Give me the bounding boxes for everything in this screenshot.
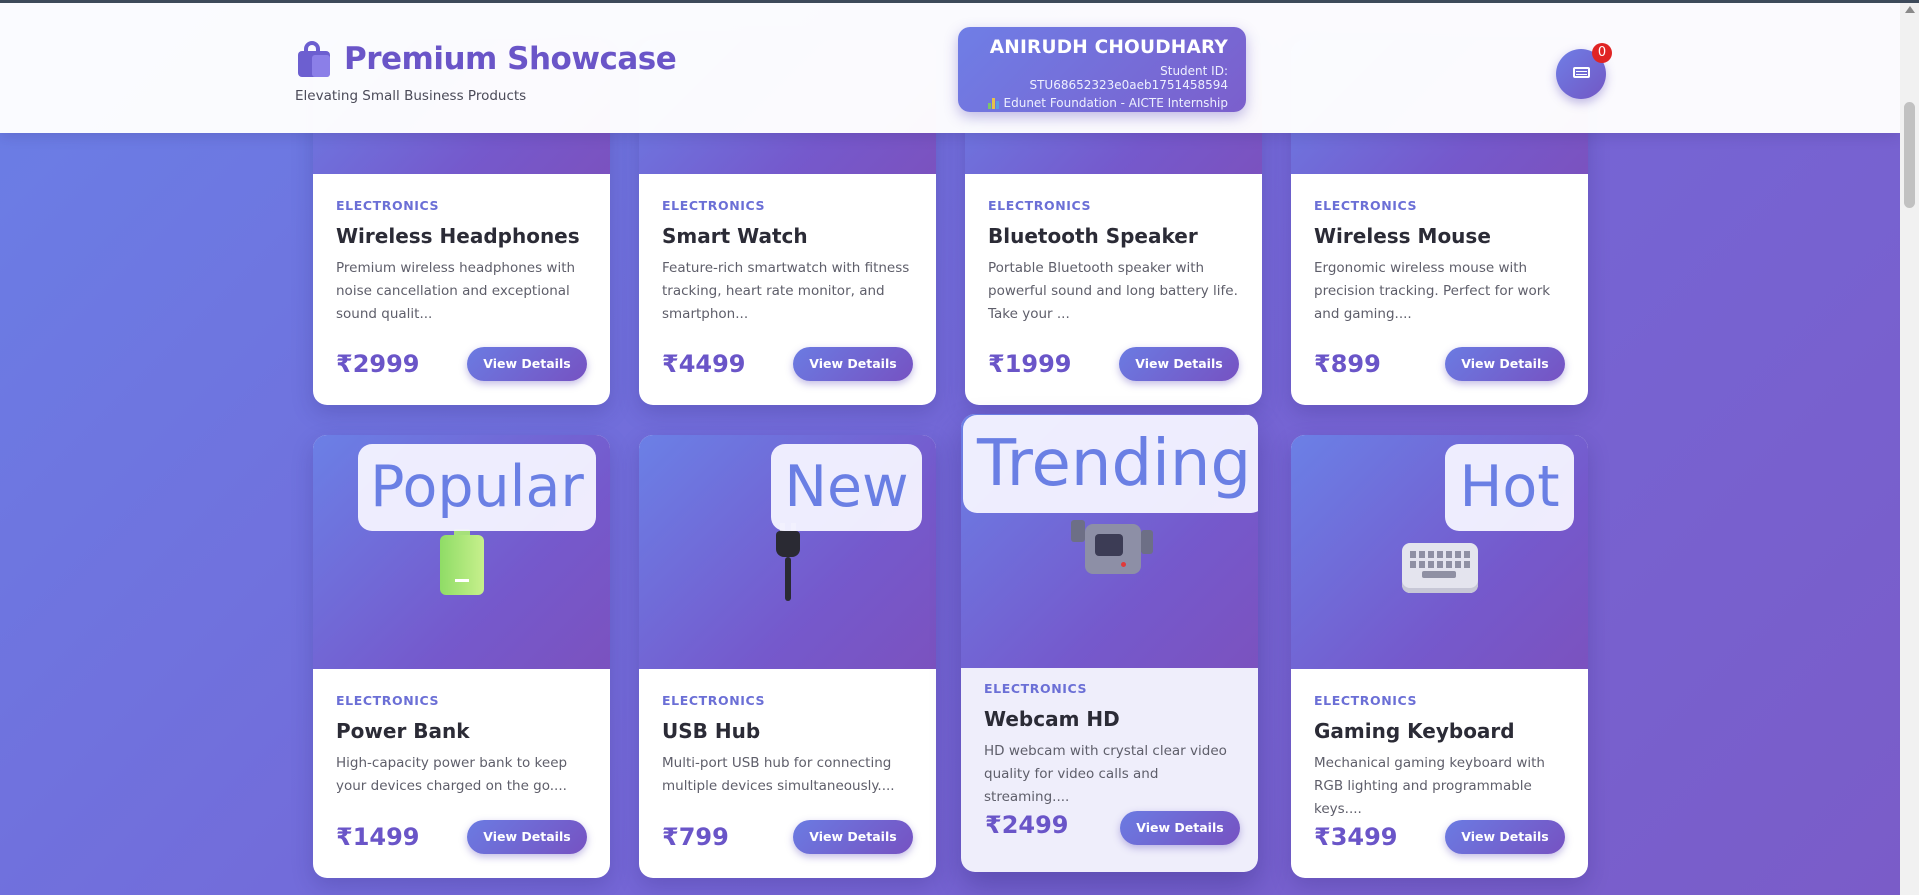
product-badge: New — [771, 444, 922, 531]
product-description: Multi-port USB hub for connecting multip… — [662, 755, 895, 794]
product-name: Webcam HD — [984, 707, 1120, 731]
product-badge: Trending — [963, 415, 1258, 513]
product-description: HD webcam with crystal clear video quali… — [984, 743, 1227, 805]
student-org-label: Edunet Foundation - AICTE Internship — [1003, 96, 1228, 110]
view-details-button[interactable]: View Details — [1119, 347, 1239, 381]
product-category: ELECTRONICS — [988, 198, 1092, 213]
product-card[interactable]: Hot ELECTRONICS Gaming Keyboard Mechanic… — [1291, 435, 1588, 878]
product-description: Premium wireless headphones with noise c… — [336, 260, 576, 322]
view-details-button[interactable]: View Details — [467, 820, 587, 854]
student-info-card: ANIRUDH CHOUDHARY Student ID: STU6865232… — [958, 27, 1246, 112]
product-description: High-capacity power bank to keep your de… — [336, 755, 568, 794]
view-details-button[interactable]: View Details — [1120, 811, 1240, 845]
student-id: Student ID: STU68652323e0aeb1751458594 — [1029, 64, 1228, 92]
student-name: ANIRUDH CHOUDHARY — [989, 37, 1228, 58]
product-description: Feature-rich smartwatch with fitness tra… — [662, 260, 910, 322]
product-name: Wireless Mouse — [1314, 224, 1491, 248]
product-price: ₹1999 — [988, 350, 1072, 378]
scroll-up-arrow-icon[interactable] — [1905, 6, 1915, 13]
product-name: Power Bank — [336, 719, 470, 743]
student-org: Edunet Foundation - AICTE Internship — [958, 96, 1228, 110]
shopping-bags-icon — [296, 41, 332, 77]
product-name: Gaming Keyboard — [1314, 719, 1515, 743]
product-category: ELECTRONICS — [662, 198, 766, 213]
product-name: USB Hub — [662, 719, 761, 743]
product-badge: Popular — [358, 444, 596, 531]
product-category: ELECTRONICS — [336, 693, 440, 708]
product-price: ₹3499 — [1314, 823, 1398, 851]
product-name: Bluetooth Speaker — [988, 224, 1198, 248]
product-badge: Hot — [1445, 444, 1574, 531]
view-details-button[interactable]: View Details — [1445, 347, 1565, 381]
product-price: ₹2499 — [985, 811, 1069, 839]
view-details-button[interactable]: View Details — [793, 820, 913, 854]
brand-logo[interactable]: Premium Showcase — [296, 41, 677, 77]
product-category: ELECTRONICS — [336, 198, 440, 213]
cart-icon — [1571, 66, 1591, 82]
product-card[interactable]: Popular ELECTRONICS Power Bank High-capa… — [313, 435, 610, 878]
product-price: ₹2999 — [336, 350, 420, 378]
product-card[interactable]: Trending ELECTRONICS Webcam HD HD webcam… — [961, 414, 1258, 872]
brand-tagline: Elevating Small Business Products — [295, 88, 527, 104]
battery-icon — [440, 529, 484, 595]
product-name: Wireless Headphones — [336, 224, 580, 248]
bar-chart-icon — [987, 97, 999, 109]
camera-icon — [1071, 514, 1155, 578]
product-price: ₹899 — [1314, 350, 1381, 378]
view-details-button[interactable]: View Details — [467, 347, 587, 381]
product-description: Mechanical gaming keyboard with RGB ligh… — [1314, 755, 1545, 817]
product-category: ELECTRONICS — [1314, 198, 1418, 213]
product-category: ELECTRONICS — [984, 681, 1088, 696]
product-description: Ergonomic wireless mouse with precision … — [1314, 260, 1551, 322]
usb-plug-icon — [773, 523, 803, 601]
product-category: ELECTRONICS — [1314, 693, 1418, 708]
product-price: ₹1499 — [336, 823, 420, 851]
page-scrollbar[interactable] — [1900, 0, 1919, 895]
product-name: Smart Watch — [662, 224, 808, 248]
product-description: Portable Bluetooth speaker with powerful… — [988, 260, 1238, 322]
window-top-border — [0, 0, 1919, 3]
scrollbar-thumb[interactable] — [1904, 102, 1915, 208]
product-card[interactable]: New ELECTRONICS USB Hub Multi-port USB h… — [639, 435, 936, 878]
product-category: ELECTRONICS — [662, 693, 766, 708]
brand-title: Premium Showcase — [344, 41, 677, 77]
cart-count-badge: 0 — [1592, 43, 1612, 63]
keyboard-icon — [1402, 543, 1478, 593]
view-details-button[interactable]: View Details — [793, 347, 913, 381]
view-details-button[interactable]: View Details — [1445, 820, 1565, 854]
product-price: ₹799 — [662, 823, 729, 851]
product-price: ₹4499 — [662, 350, 746, 378]
site-header: Premium Showcase Elevating Small Busines… — [0, 3, 1900, 133]
